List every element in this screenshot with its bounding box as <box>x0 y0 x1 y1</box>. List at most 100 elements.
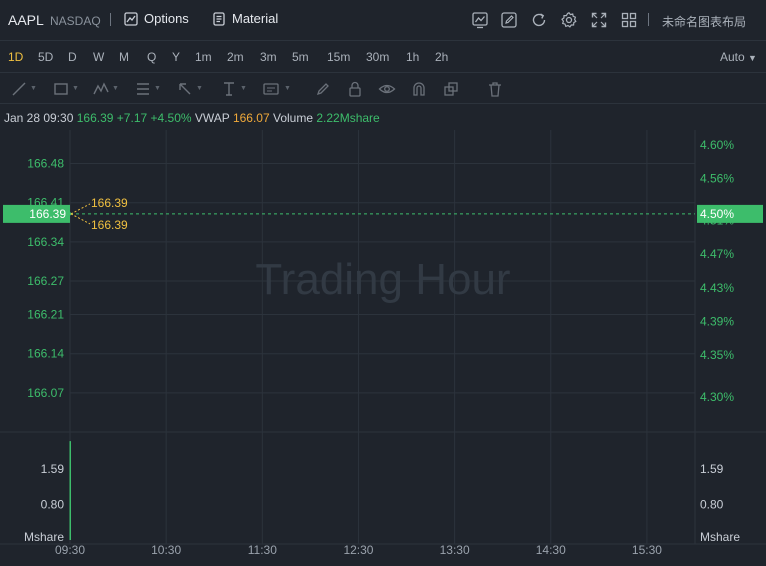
period-1h[interactable]: 1h <box>406 50 419 64</box>
settings-icon[interactable] <box>560 11 578 29</box>
grid-layout-icon[interactable] <box>620 11 638 29</box>
layers-icon[interactable] <box>442 80 460 98</box>
period-3m[interactable]: 3m <box>260 50 277 64</box>
brush-icon[interactable] <box>314 80 332 98</box>
lock-icon[interactable] <box>346 80 364 98</box>
period-5m[interactable]: 5m <box>292 50 309 64</box>
drawing-toolbar: ▼ ▼ ▼ ▼ ▼ ▼ ▼ <box>0 73 766 104</box>
time-tick-label: 13:30 <box>440 543 470 557</box>
material-icon <box>213 11 225 26</box>
price-tick-label: 166.27 <box>27 274 64 288</box>
high-marker-line <box>70 203 91 215</box>
low-marker-label: 166.39 <box>91 218 128 232</box>
chevron-down-icon: ▼ <box>240 85 247 92</box>
time-tick-label: 12:30 <box>343 543 373 557</box>
volume-tick-label: 0.80 <box>41 497 65 511</box>
period-30m[interactable]: 30m <box>366 50 389 64</box>
high-marker-label: 166.39 <box>91 196 128 210</box>
scale-mode-dropdown[interactable]: Auto ▼ <box>720 50 757 64</box>
vwap-value: 166.07 <box>232 111 270 125</box>
volume-unit-label: Mshare <box>24 530 64 544</box>
chevron-down-icon: ▼ <box>154 85 161 92</box>
chart-labels: 09:30 10:30 11:30 12:30 13:30 14:30 15:30 166.0… <box>24 138 740 557</box>
time-tick-label: 15:30 <box>632 543 662 557</box>
magnet-icon[interactable] <box>410 80 428 98</box>
chevron-down-icon: ▼ <box>30 85 37 92</box>
percent-tick-label: 4.43% <box>700 281 734 295</box>
current-pct-badge-label: 4.50% <box>700 207 734 221</box>
period-w[interactable]: W <box>93 50 104 64</box>
material-label: Material <box>232 11 279 26</box>
volume-value: 2.22Mshare <box>316 111 380 125</box>
options-label: Options <box>144 11 189 26</box>
low-marker-line <box>70 213 91 225</box>
trash-icon[interactable] <box>486 80 504 98</box>
scale-mode-label: Auto <box>720 50 745 64</box>
info-price: 166.39 <box>76 111 114 125</box>
symbol-label[interactable]: AAPL <box>8 12 44 28</box>
info-change-pct: +4.50% <box>150 111 192 125</box>
time-tick-label: 11:30 <box>248 543 277 557</box>
time-tick-label: 10:30 <box>151 543 181 557</box>
current-price-badge-label: 166.39 <box>29 207 66 221</box>
time-tick-label: 09:30 <box>55 543 85 557</box>
period-y[interactable]: Y <box>172 50 180 64</box>
time-tick-label: 14:30 <box>536 543 566 557</box>
annotation-tool-icon[interactable] <box>262 80 280 98</box>
line-tool-icon[interactable] <box>10 80 28 98</box>
chevron-down-icon: ▼ <box>748 53 757 63</box>
volume-tick-label-right: 1.59 <box>700 462 724 476</box>
price-tick-label: 166.21 <box>27 308 64 322</box>
period-q[interactable]: Q <box>147 50 156 64</box>
chevron-down-icon: ▼ <box>284 85 291 92</box>
chart-watermark: Trading Hour <box>255 255 510 304</box>
options-button[interactable]: Options <box>124 11 189 26</box>
pattern-tool-icon[interactable] <box>92 80 110 98</box>
period-1m[interactable]: 1m <box>195 50 212 64</box>
price-tick-label: 166.34 <box>27 235 64 249</box>
price-info-bar: Jan 28 09:30 166.39 +7.17 +4.50% VWAP 16… <box>0 104 766 130</box>
percent-tick-label: 4.30% <box>700 390 734 404</box>
period-1d[interactable]: 1D <box>8 50 23 64</box>
period-5d[interactable]: 5D <box>38 50 53 64</box>
exchange-label: NASDAQ <box>50 14 101 28</box>
options-icon <box>124 11 138 26</box>
chart-style-icon[interactable] <box>471 11 489 29</box>
price-tick-label: 166.07 <box>27 386 64 400</box>
volume-unit-label-right: Mshare <box>700 530 740 544</box>
chevron-down-icon: ▼ <box>196 85 203 92</box>
percent-tick-label: 4.35% <box>700 348 734 362</box>
divider <box>110 13 111 26</box>
period-toolbar: 1D 5D D W M Q Y 1m 2m 3m 5m 15m 30m 1h 2h Auto ▼ <box>0 41 766 73</box>
fullscreen-icon[interactable] <box>590 11 608 29</box>
period-2h[interactable]: 2h <box>435 50 448 64</box>
material-button[interactable]: Material <box>212 11 278 26</box>
chevron-down-icon: ▼ <box>112 85 119 92</box>
period-m[interactable]: M <box>119 50 129 64</box>
percent-tick-label: 4.56% <box>700 172 734 186</box>
volume-tick-label-right: 0.80 <box>700 497 724 511</box>
period-15m[interactable]: 15m <box>327 50 350 64</box>
volume-tick-label: 1.59 <box>41 462 65 476</box>
period-2m[interactable]: 2m <box>227 50 244 64</box>
percent-tick-label: 4.39% <box>700 314 734 328</box>
price-chart[interactable]: Trading Hour 09:30 10:30 11:30 12:30 13:30 14… <box>0 130 766 566</box>
percent-tick-label: 4.60% <box>700 138 734 152</box>
text-tool-icon[interactable] <box>220 80 238 98</box>
chevron-down-icon: ▼ <box>72 85 79 92</box>
chart-grid <box>0 130 766 545</box>
eye-icon[interactable] <box>378 80 396 98</box>
vwap-label: VWAP <box>194 111 230 125</box>
pencil-icon[interactable] <box>500 11 518 29</box>
info-line: Jan 28 09:30 166.39 +7.17 +4.50% VWAP 16… <box>4 111 380 125</box>
percent-tick-label: 4.47% <box>700 247 734 261</box>
refresh-icon[interactable] <box>530 11 548 29</box>
fib-tool-icon[interactable] <box>134 80 152 98</box>
top-toolbar: AAPL NASDAQ Options Material 未命名图表布局 <box>0 0 766 41</box>
arrow-tool-icon[interactable] <box>176 80 194 98</box>
period-d[interactable]: D <box>68 50 77 64</box>
divider <box>648 13 649 26</box>
layout-name[interactable]: 未命名图表布局 <box>662 13 746 30</box>
rect-tool-icon[interactable] <box>52 80 70 98</box>
price-tick-label: 166.14 <box>27 347 64 361</box>
